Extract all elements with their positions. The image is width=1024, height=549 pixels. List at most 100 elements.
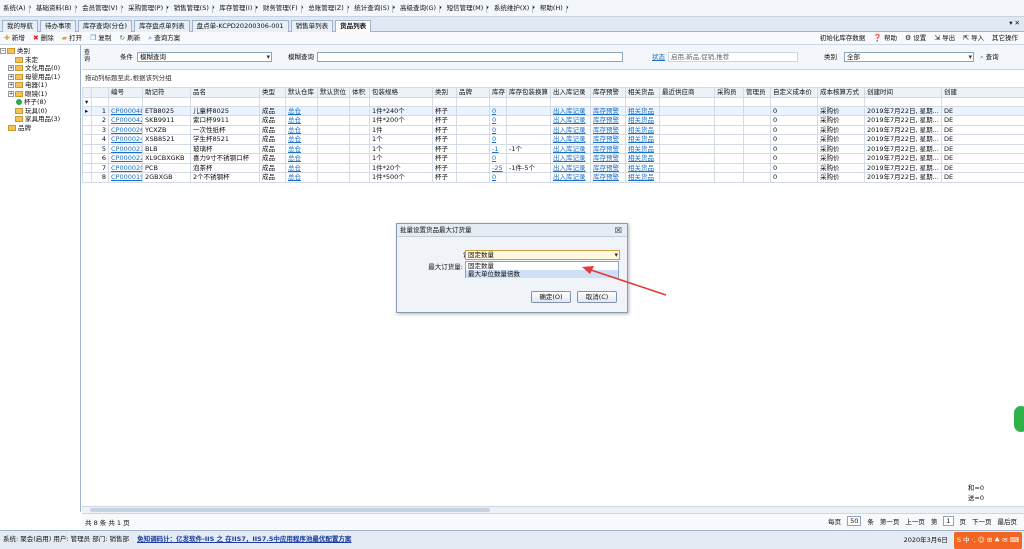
column-header[interactable]: 品名	[190, 87, 260, 98]
column-header[interactable]: 品牌	[456, 87, 490, 98]
status-notice-link[interactable]: 免知调码计：亿发软件-IIS 之 在IIS7，IIS7.5中应用程序池最优配置方…	[137, 535, 351, 543]
table-row[interactable]: 8 CP000019 2GBXGB 2个不锈钢杯 成品 总仓 1件*500个 杯子 0 出入库记录…	[82, 172, 1024, 183]
filter-cell[interactable]	[625, 96, 660, 107]
table-cell[interactable]: 总仓	[285, 153, 318, 164]
tree-item[interactable]: 家具用品(3)	[0, 115, 80, 124]
expand-icon[interactable]: +	[8, 65, 14, 72]
table-cell[interactable]: 出入库记录	[550, 124, 591, 135]
tree-item[interactable]: + 母婴用品(1)	[0, 73, 80, 82]
filter-cell[interactable]	[941, 96, 1024, 107]
floating-assist-button[interactable]	[1014, 406, 1024, 432]
table-cell[interactable]: 出入库记录	[550, 162, 591, 173]
column-header[interactable]: 默认货位	[317, 87, 350, 98]
table-cell[interactable]: 库存预警	[590, 162, 626, 173]
menu-item[interactable]: 库存管理(I)	[216, 0, 257, 17]
horizontal-scrollbar[interactable]	[82, 506, 1024, 513]
column-header[interactable]	[82, 87, 92, 98]
last-page-button[interactable]: 最后页	[998, 516, 1018, 526]
table-cell[interactable]: 总仓	[285, 105, 318, 116]
filter-cell[interactable]	[550, 96, 591, 107]
tree-item[interactable]: 杯子(8)	[0, 98, 80, 107]
table-cell[interactable]: 相关货品	[625, 172, 660, 183]
table-cell[interactable]: CP000026	[108, 124, 143, 135]
close-icon[interactable]: ☒	[615, 224, 622, 237]
column-header[interactable]: 自定义成本价	[770, 87, 818, 98]
menu-item[interactable]: 总账管理(Z)	[305, 0, 348, 17]
filter-cell[interactable]	[506, 96, 551, 107]
column-header[interactable]: 采购员	[714, 87, 744, 98]
menu-item[interactable]: 系统维护(X)	[491, 0, 533, 17]
table-cell[interactable]: 相关货品	[625, 162, 660, 173]
table-cell[interactable]: 库存预警	[590, 134, 626, 145]
table-cell[interactable]: CP000022	[108, 153, 143, 164]
table-cell[interactable]: 相关货品	[625, 105, 660, 116]
next-page-button[interactable]: 下一页	[972, 516, 992, 526]
table-cell[interactable]: CP000042	[108, 115, 143, 126]
column-header[interactable]: 库存包装换算	[506, 87, 551, 98]
table-cell[interactable]: 出入库记录	[550, 143, 591, 154]
table-cell[interactable]: 相关货品	[625, 143, 660, 154]
table-row[interactable]: 3 CP000026 YCXZB 一次性纸杯 成品 总仓 1件 杯子 0 出入库记录 库存预警 相关货…	[82, 124, 1024, 135]
filter-cell[interactable]	[349, 96, 370, 107]
table-cell[interactable]: 总仓	[285, 134, 318, 145]
filter-cell[interactable]	[770, 96, 818, 107]
filter-cell[interactable]	[489, 96, 507, 107]
menu-item[interactable]: 系统(A)	[0, 0, 30, 17]
open-button[interactable]: ▰ 打开	[58, 32, 86, 45]
filter-cell[interactable]	[743, 96, 771, 107]
table-cell[interactable]: 库存预警	[590, 143, 626, 154]
table-cell[interactable]: CP000020	[108, 162, 143, 173]
menu-item[interactable]: 销售管理(S)	[171, 0, 214, 17]
first-page-button[interactable]: 第一页	[880, 516, 900, 526]
import-button[interactable]: ⇱ 导入	[959, 32, 988, 45]
table-cell[interactable]: 总仓	[285, 143, 318, 154]
init-stock-button[interactable]: 初始化库存数据	[816, 32, 870, 45]
table-row[interactable]: 4 CP000024 XSB8521 学生杯8521 成品 总仓 1个 杯子 0 出入库记录 库存预…	[82, 134, 1024, 145]
column-header[interactable]: 创建	[941, 87, 1024, 98]
status-filter-input[interactable]: 启用,新品,促销,推荐	[668, 52, 798, 62]
column-header[interactable]: 出入库记录	[550, 87, 591, 98]
filter-cell[interactable]	[659, 96, 715, 107]
column-header[interactable]: 类别	[432, 87, 457, 98]
table-cell[interactable]: 出入库记录	[550, 134, 591, 145]
filter-cell[interactable]	[590, 96, 626, 107]
table-cell[interactable]: 相关货品	[625, 153, 660, 164]
menu-item[interactable]: 财务管理(F)	[260, 0, 302, 17]
page-number-input[interactable]: 1	[943, 516, 954, 526]
table-row[interactable]: ▸ 1 CP000048 ETB8025 儿童杯8025 成品 总仓 1件*240个 杯子 0 出入…	[82, 105, 1024, 116]
column-header[interactable]: 类型	[259, 87, 286, 98]
collapse-icon[interactable]: −	[0, 48, 6, 55]
filter-cell[interactable]	[108, 96, 143, 107]
menu-item[interactable]: 基础资料(B)	[33, 0, 76, 17]
table-cell[interactable]: 总仓	[285, 124, 318, 135]
filter-icon[interactable]: ▾	[82, 96, 92, 107]
table-cell[interactable]: CP000024	[108, 134, 143, 145]
table-cell[interactable]: 库存预警	[590, 172, 626, 183]
new-button[interactable]: ✚ 新增	[0, 32, 29, 45]
table-row[interactable]: 2 CP000042 SKB9911 紫口杯9911 成品 总仓 1件*200个 杯子 0 出入库…	[82, 115, 1024, 126]
document-tab[interactable]: 货品列表	[335, 19, 372, 32]
table-cell[interactable]: 相关货品	[625, 134, 660, 145]
expand-icon[interactable]: +	[8, 90, 14, 97]
table-cell[interactable]: 相关货品	[625, 115, 660, 126]
column-header[interactable]: 编号	[108, 87, 143, 98]
document-tab[interactable]: 销售单列表	[290, 19, 334, 32]
tabs-close-icon[interactable]: ▾ ✕	[1009, 19, 1020, 27]
table-row[interactable]: 6 CP000022 XL9CBXGKB 喜力9寸不锈钢口杯 成品 总仓 1个 杯子 0 出入库记…	[82, 153, 1024, 164]
filter-cell[interactable]	[864, 96, 942, 107]
copy-button[interactable]: ❐ 复制	[86, 32, 115, 45]
fuzzy-query-input[interactable]	[317, 52, 623, 62]
column-header[interactable]: 库存预警	[590, 87, 626, 98]
menu-item[interactable]: 高级查询(G)	[397, 0, 441, 17]
filter-cell[interactable]	[190, 96, 260, 107]
refresh-button[interactable]: ↻ 刷新	[115, 32, 144, 45]
delete-button[interactable]: ✖ 删除	[29, 32, 58, 45]
column-header[interactable]: 助记符	[142, 87, 191, 98]
menu-item[interactable]: 帮助(H)	[537, 0, 567, 17]
table-cell[interactable]: 库存预警	[590, 115, 626, 126]
other-actions-button[interactable]: 其它操作	[988, 32, 1022, 45]
filter-row[interactable]: ▾	[82, 96, 1024, 107]
table-cell[interactable]: 库存预警	[590, 153, 626, 164]
category-select[interactable]: 全部	[844, 52, 974, 62]
column-header[interactable]: 默认仓库	[285, 87, 318, 98]
